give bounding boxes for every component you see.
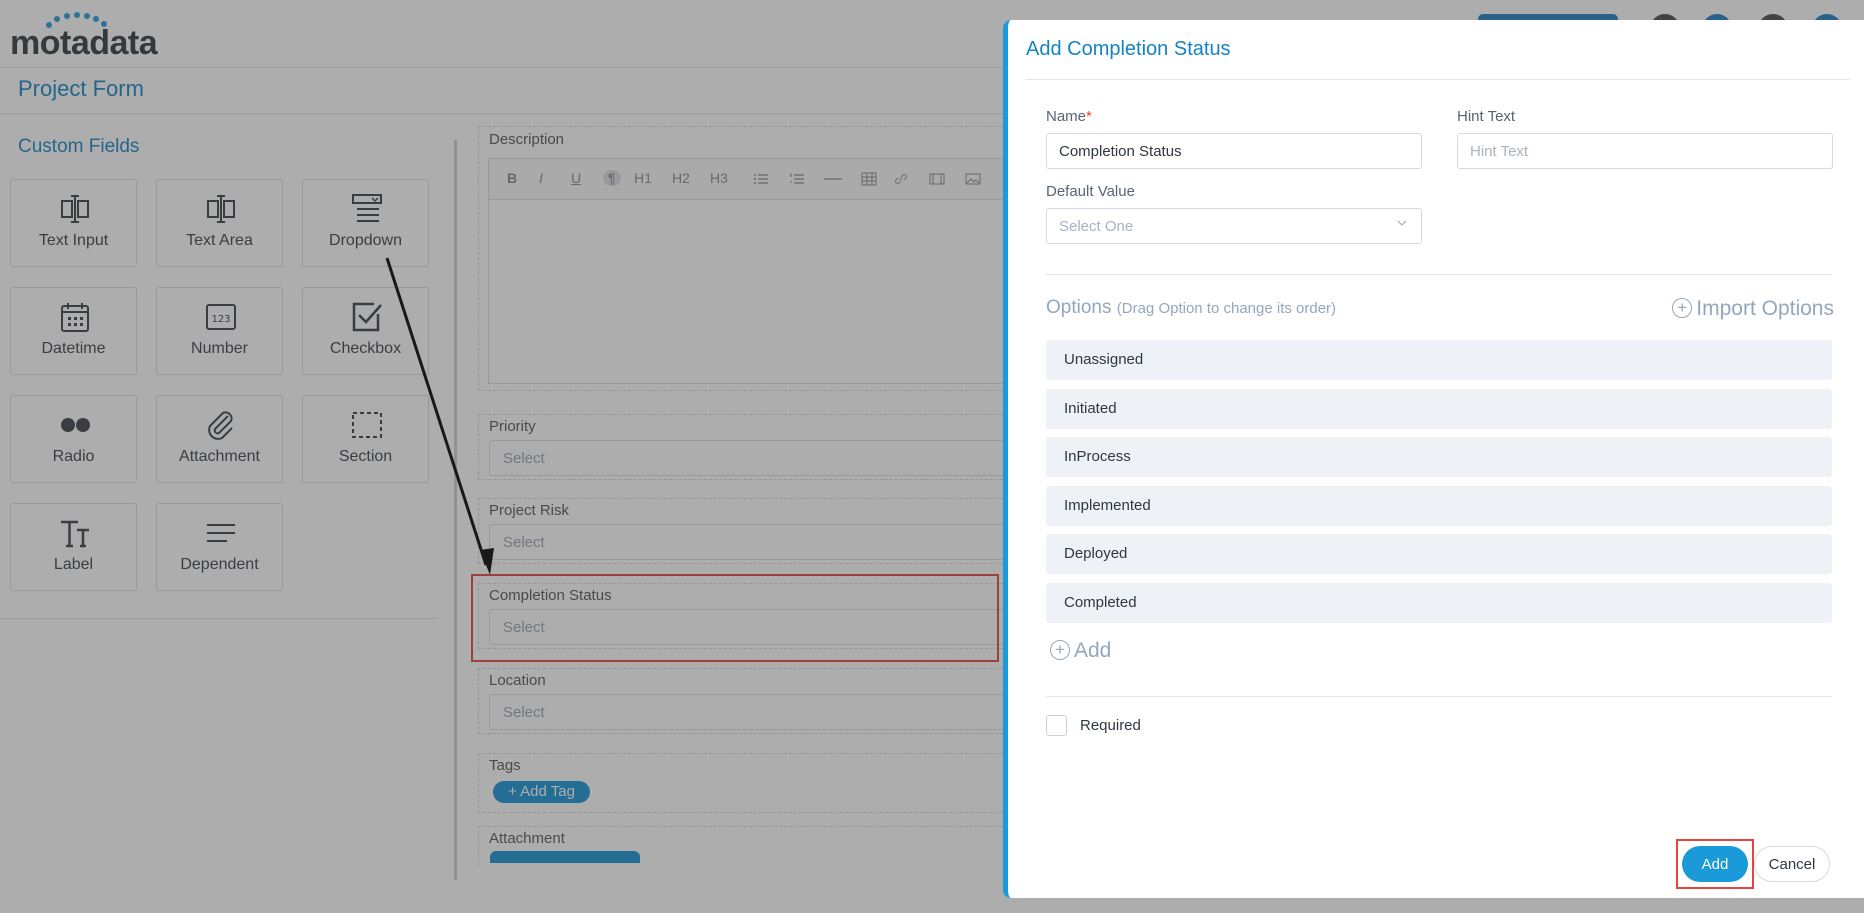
add-option-label: Add bbox=[1074, 639, 1112, 662]
required-checkbox[interactable] bbox=[1046, 715, 1067, 736]
option-row[interactable]: Implemented bbox=[1046, 486, 1832, 526]
name-label-text: Name bbox=[1046, 108, 1087, 125]
divider bbox=[1046, 696, 1832, 697]
option-label: Initiated bbox=[1064, 400, 1117, 417]
hint-placeholder: Hint Text bbox=[1470, 143, 1529, 160]
options-title: Options bbox=[1046, 297, 1112, 318]
default-value-select[interactable]: Select One bbox=[1046, 208, 1422, 244]
add-option-button[interactable]: + Add bbox=[1050, 639, 1111, 663]
option-row[interactable]: Completed bbox=[1046, 583, 1832, 623]
add-button[interactable]: Add bbox=[1682, 846, 1748, 882]
name-label: Name* bbox=[1046, 108, 1092, 125]
option-row[interactable]: InProcess bbox=[1046, 437, 1832, 477]
default-value-label: Default Value bbox=[1046, 183, 1135, 200]
default-placeholder: Select One bbox=[1059, 218, 1134, 235]
options-hint: (Drag Option to change its order) bbox=[1116, 300, 1337, 317]
option-label: InProcess bbox=[1064, 448, 1131, 465]
name-value: Completion Status bbox=[1059, 143, 1182, 160]
import-options-label: Import Options bbox=[1696, 297, 1834, 320]
option-label: Completed bbox=[1064, 594, 1137, 611]
required-label: Required bbox=[1080, 717, 1141, 734]
cancel-button[interactable]: Cancel bbox=[1754, 846, 1830, 882]
add-completion-status-drawer: Add Completion Status Name* Completion S… bbox=[1003, 20, 1864, 898]
chevron-down-icon bbox=[1397, 220, 1407, 226]
option-label: Deployed bbox=[1064, 545, 1128, 562]
hint-text-label: Hint Text bbox=[1457, 108, 1516, 125]
import-options-button[interactable]: + Import Options bbox=[1672, 297, 1834, 321]
option-label: Implemented bbox=[1064, 497, 1151, 514]
name-input[interactable]: Completion Status bbox=[1046, 133, 1422, 169]
divider bbox=[1026, 79, 1850, 80]
options-heading: Options (Drag Option to change its order… bbox=[1046, 297, 1336, 319]
option-row[interactable]: Unassigned bbox=[1046, 340, 1832, 380]
plus-circle-icon: + bbox=[1050, 640, 1070, 660]
drawer-title: Add Completion Status bbox=[1026, 38, 1231, 60]
option-row[interactable]: Deployed bbox=[1046, 534, 1832, 574]
divider bbox=[1046, 274, 1832, 275]
hint-text-input[interactable]: Hint Text bbox=[1457, 133, 1833, 169]
option-row[interactable]: Initiated bbox=[1046, 389, 1832, 429]
required-mark: * bbox=[1086, 108, 1092, 125]
plus-circle-icon: + bbox=[1672, 298, 1693, 318]
option-label: Unassigned bbox=[1064, 351, 1144, 368]
